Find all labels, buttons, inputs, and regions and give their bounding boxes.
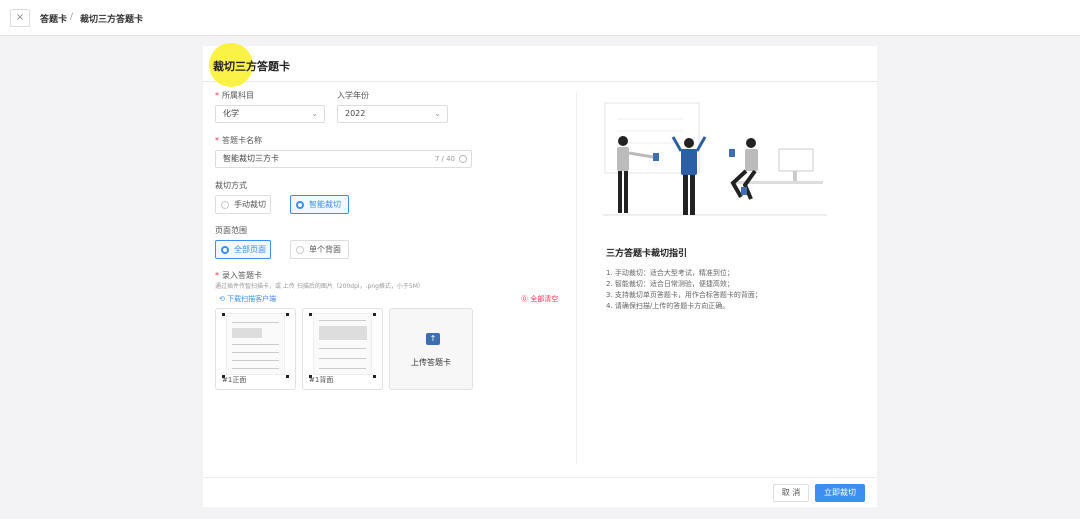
radio-circle-icon xyxy=(296,246,304,254)
import-label: * 录入答题卡 xyxy=(215,271,262,280)
crop-mode-label: 裁切方式 xyxy=(215,181,247,190)
breadcrumb-item-current: 裁切三方答题卡 xyxy=(80,15,144,25)
guide-item: 3. 支持裁切单页答题卡，用作合标答题卡的背面； xyxy=(606,291,762,299)
name-input[interactable]: 智能裁切三方卡 7 / 40 xyxy=(215,150,472,168)
guide-item: 2. 智能裁切：适合日常测验，便捷高效； xyxy=(606,280,734,288)
thumbnail-caption: #1正面 xyxy=(222,376,247,384)
thumbnail-caption: #1背面 xyxy=(309,376,334,384)
radio-all-pages[interactable]: 全部页面 xyxy=(215,240,271,259)
page-range-label: 页面范围 xyxy=(215,226,247,235)
breadcrumb-separator: / xyxy=(70,12,74,22)
guide-item: 1. 手动裁切：适合大型考试，精准到位； xyxy=(606,269,734,277)
radio-selected-icon xyxy=(296,201,304,209)
year-select[interactable]: 2022 ⌄ xyxy=(337,105,448,123)
char-count: 7 / 40 xyxy=(434,155,455,163)
card-thumbnail-front[interactable]: #1正面 xyxy=(215,308,296,390)
radio-single-back[interactable]: 单个背面 xyxy=(290,240,349,259)
clear-icon[interactable] xyxy=(459,155,467,163)
close-icon[interactable]: × xyxy=(10,9,30,27)
sheet-preview xyxy=(226,313,285,375)
subject-select[interactable]: 化学 ⌄ xyxy=(215,105,325,123)
card-header: 裁切三方答题卡 xyxy=(203,43,877,87)
card-thumbnail-back[interactable]: #1背面 xyxy=(302,308,383,390)
radio-manual-crop[interactable]: 手动裁切 xyxy=(215,195,271,214)
top-bar: × 答题卡 / 裁切三方答题卡 xyxy=(0,0,1080,36)
crop-card: 裁切三方答题卡 * 所属科目 化学 ⌄ 入学年份 2022 ⌄ * 答题卡名称 智能裁切… xyxy=(203,43,877,507)
year-label: 入学年份 xyxy=(337,91,369,100)
import-hint: 通过插件传智扫描卡，或 上传 扫描后的图片（200dpi，.png格式，小于5M… xyxy=(215,283,424,290)
sheet-preview xyxy=(313,313,372,375)
radio-circle-icon xyxy=(221,201,229,209)
clear-all-button[interactable]: ⓪ 全部清空 xyxy=(521,294,558,304)
chevron-down-icon: ⌄ xyxy=(311,109,318,118)
column-divider xyxy=(576,92,577,464)
page-title: 裁切三方答题卡 xyxy=(213,60,290,73)
guide-title: 三方答题卡裁切指引 xyxy=(606,249,688,259)
team-illustration xyxy=(603,102,827,216)
cancel-button[interactable]: 取 消 xyxy=(773,484,809,502)
upload-card-button[interactable]: ↑ 上传答题卡 xyxy=(389,308,473,390)
radio-selected-icon xyxy=(221,246,229,254)
breadcrumb-item-answer-card[interactable]: 答题卡 xyxy=(40,12,67,25)
name-label: * 答题卡名称 xyxy=(215,136,262,145)
radio-smart-crop[interactable]: 智能裁切 xyxy=(290,195,349,214)
download-client-link[interactable]: ⟲ 下载扫描客户端 xyxy=(219,294,276,304)
crop-now-button[interactable]: 立即裁切 xyxy=(815,484,865,502)
subject-label: * 所属科目 xyxy=(215,91,254,100)
upload-label: 上传答题卡 xyxy=(411,358,451,367)
guide-item: 4. 请确保扫描/上传的答题卡方向正确。 xyxy=(606,302,730,310)
chevron-down-icon: ⌄ xyxy=(434,109,441,118)
upload-folder-icon: ↑ xyxy=(426,333,440,345)
